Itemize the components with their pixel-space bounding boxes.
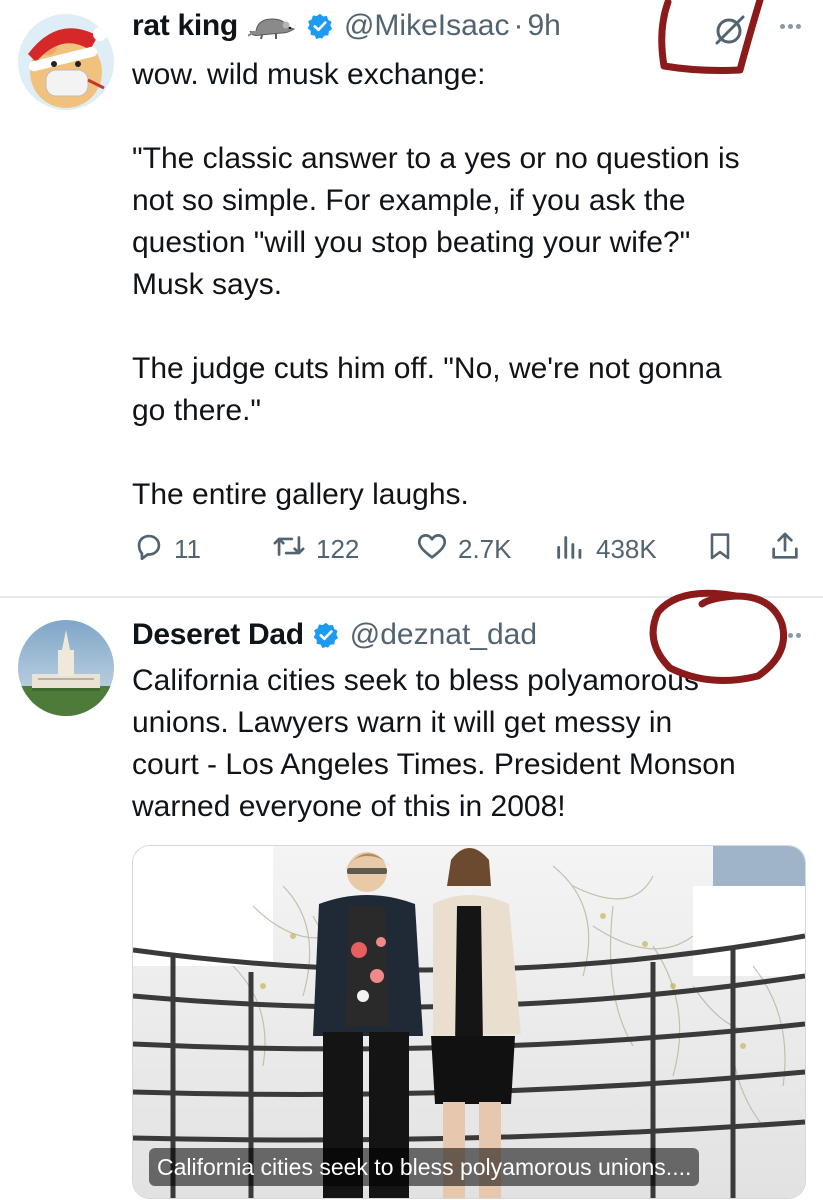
news-photo bbox=[133, 846, 805, 1198]
timestamp[interactable]: 9h bbox=[527, 9, 560, 43]
views-button[interactable]: 438K bbox=[552, 527, 657, 571]
link-card-caption: California cities seek to bless polyamor… bbox=[149, 1148, 700, 1186]
tweet-header: rat king @MikeIsaac · 9h bbox=[132, 4, 561, 48]
tweet-actions: 11 122 2.7K 438K bbox=[132, 527, 804, 571]
more-icon[interactable] bbox=[780, 633, 801, 638]
reply-button[interactable]: 11 bbox=[132, 527, 201, 571]
link-card-image[interactable]: California cities seek to bless polyamor… bbox=[132, 845, 806, 1199]
like-icon bbox=[414, 529, 450, 570]
tweet-header: Deseret Dad @deznat_dad bbox=[132, 613, 537, 657]
tweet-text-line: wow. wild musk exchange: bbox=[132, 58, 486, 91]
handle[interactable]: @MikeIsaac bbox=[344, 9, 510, 43]
tweet-text-line: not so simple. For example, if you ask t… bbox=[132, 184, 686, 217]
more-icon[interactable] bbox=[780, 24, 801, 29]
avatar-rat-king[interactable] bbox=[18, 14, 114, 110]
tweet-2[interactable]: Deseret Dad @deznat_dad California citie… bbox=[0, 598, 823, 1200]
tweet-text-line: The judge cuts him off. "No, we're not g… bbox=[132, 352, 722, 385]
like-button[interactable]: 2.7K bbox=[414, 527, 512, 571]
tweet-text-line: warned everyone of this in 2008! bbox=[132, 790, 566, 823]
display-name[interactable]: Deseret Dad bbox=[132, 618, 304, 652]
share-icon bbox=[768, 529, 802, 570]
tweet-text-line: unions. Lawyers warn it will get messy i… bbox=[132, 706, 673, 739]
display-name[interactable]: rat king bbox=[132, 9, 238, 43]
avatar-image bbox=[18, 620, 114, 716]
tweet-text-line: Musk says. bbox=[132, 268, 283, 301]
bookmark-icon bbox=[704, 529, 736, 570]
tweet-text-line: go there." bbox=[132, 394, 262, 427]
tweet-text-line: "The classic answer to a yes or no quest… bbox=[132, 142, 740, 175]
verified-badge-icon bbox=[312, 621, 340, 649]
tweet-text-line: California cities seek to bless polyamor… bbox=[132, 664, 699, 697]
reply-count: 11 bbox=[174, 533, 201, 564]
like-count: 2.7K bbox=[458, 533, 512, 564]
views-icon bbox=[552, 529, 588, 570]
repost-icon bbox=[270, 529, 308, 570]
views-count: 438K bbox=[596, 533, 657, 564]
reply-icon bbox=[132, 529, 166, 570]
repost-button[interactable]: 122 bbox=[270, 527, 359, 571]
share-button[interactable] bbox=[768, 527, 802, 571]
avatar-deseret-dad[interactable] bbox=[18, 620, 114, 716]
tweet-1[interactable]: rat king @MikeIsaac · 9h wow. wild musk … bbox=[0, 0, 823, 596]
grok-icon[interactable] bbox=[712, 12, 748, 53]
separator-dot: · bbox=[513, 9, 524, 42]
rat-emoji-icon bbox=[247, 11, 298, 41]
bookmark-button[interactable] bbox=[704, 527, 736, 571]
verified-badge-icon bbox=[306, 12, 334, 40]
tweet-text-line: question "will you stop beating your wif… bbox=[132, 226, 691, 259]
repost-count: 122 bbox=[316, 533, 360, 564]
handle[interactable]: @deznat_dad bbox=[350, 618, 537, 652]
avatar-image bbox=[18, 14, 114, 110]
tweet-text-line: court - Los Angeles Times. President Mon… bbox=[132, 748, 736, 781]
tweet-text-line: The entire gallery laughs. bbox=[132, 478, 469, 511]
